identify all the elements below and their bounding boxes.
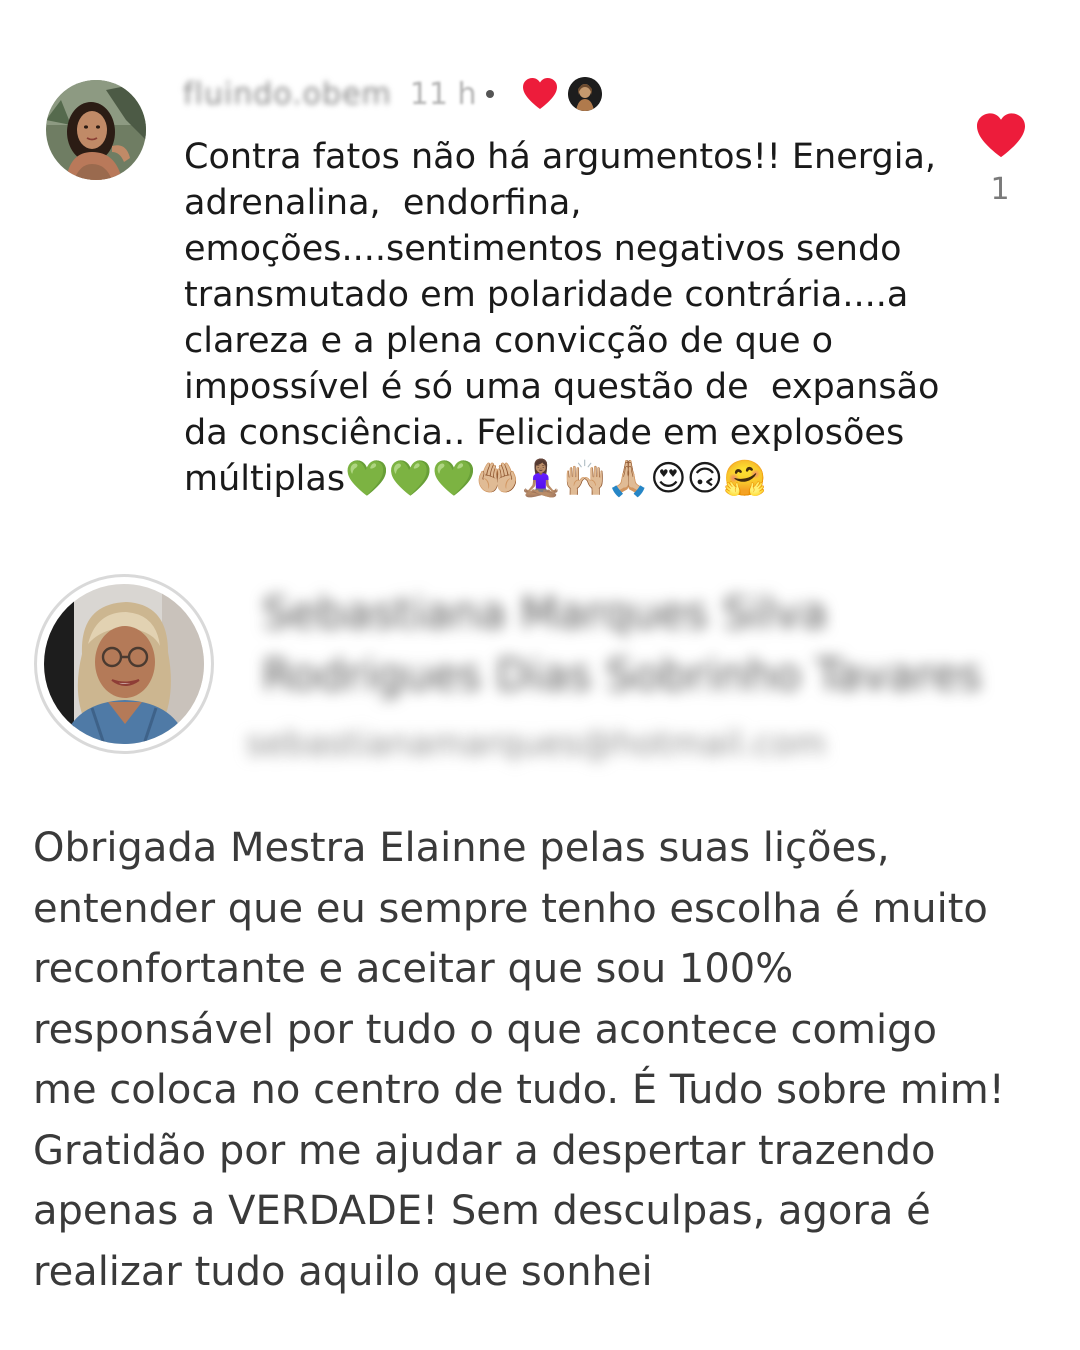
creator-avatar xyxy=(568,77,603,111)
author-email: sebastianamarques@hotmail.com xyxy=(246,724,826,764)
comment-card: fluindo.obem 11 h Contra fatos não há ar… xyxy=(0,0,1080,520)
like-button[interactable] xyxy=(975,112,1027,160)
comment-text: Contra fatos não há argumentos!! Energia… xyxy=(184,137,940,499)
like-count: 1 xyxy=(990,172,1010,207)
author-avatar[interactable] xyxy=(44,584,204,744)
comment-meta: fluindo.obem 11 h xyxy=(183,74,603,114)
username[interactable]: fluindo.obem xyxy=(183,77,392,112)
separator-dot xyxy=(486,90,495,98)
testimonial-text: Obrigada Mestra Elainne pelas suas liçõe… xyxy=(33,825,1005,1295)
commenter-avatar[interactable] xyxy=(46,80,146,180)
author-name: Sebastiana Marques Silva Rodrigues Dias … xyxy=(262,588,982,701)
heart-icon xyxy=(522,77,558,111)
heart-icon[interactable] xyxy=(975,112,1027,160)
timestamp: 11 h xyxy=(409,76,477,112)
